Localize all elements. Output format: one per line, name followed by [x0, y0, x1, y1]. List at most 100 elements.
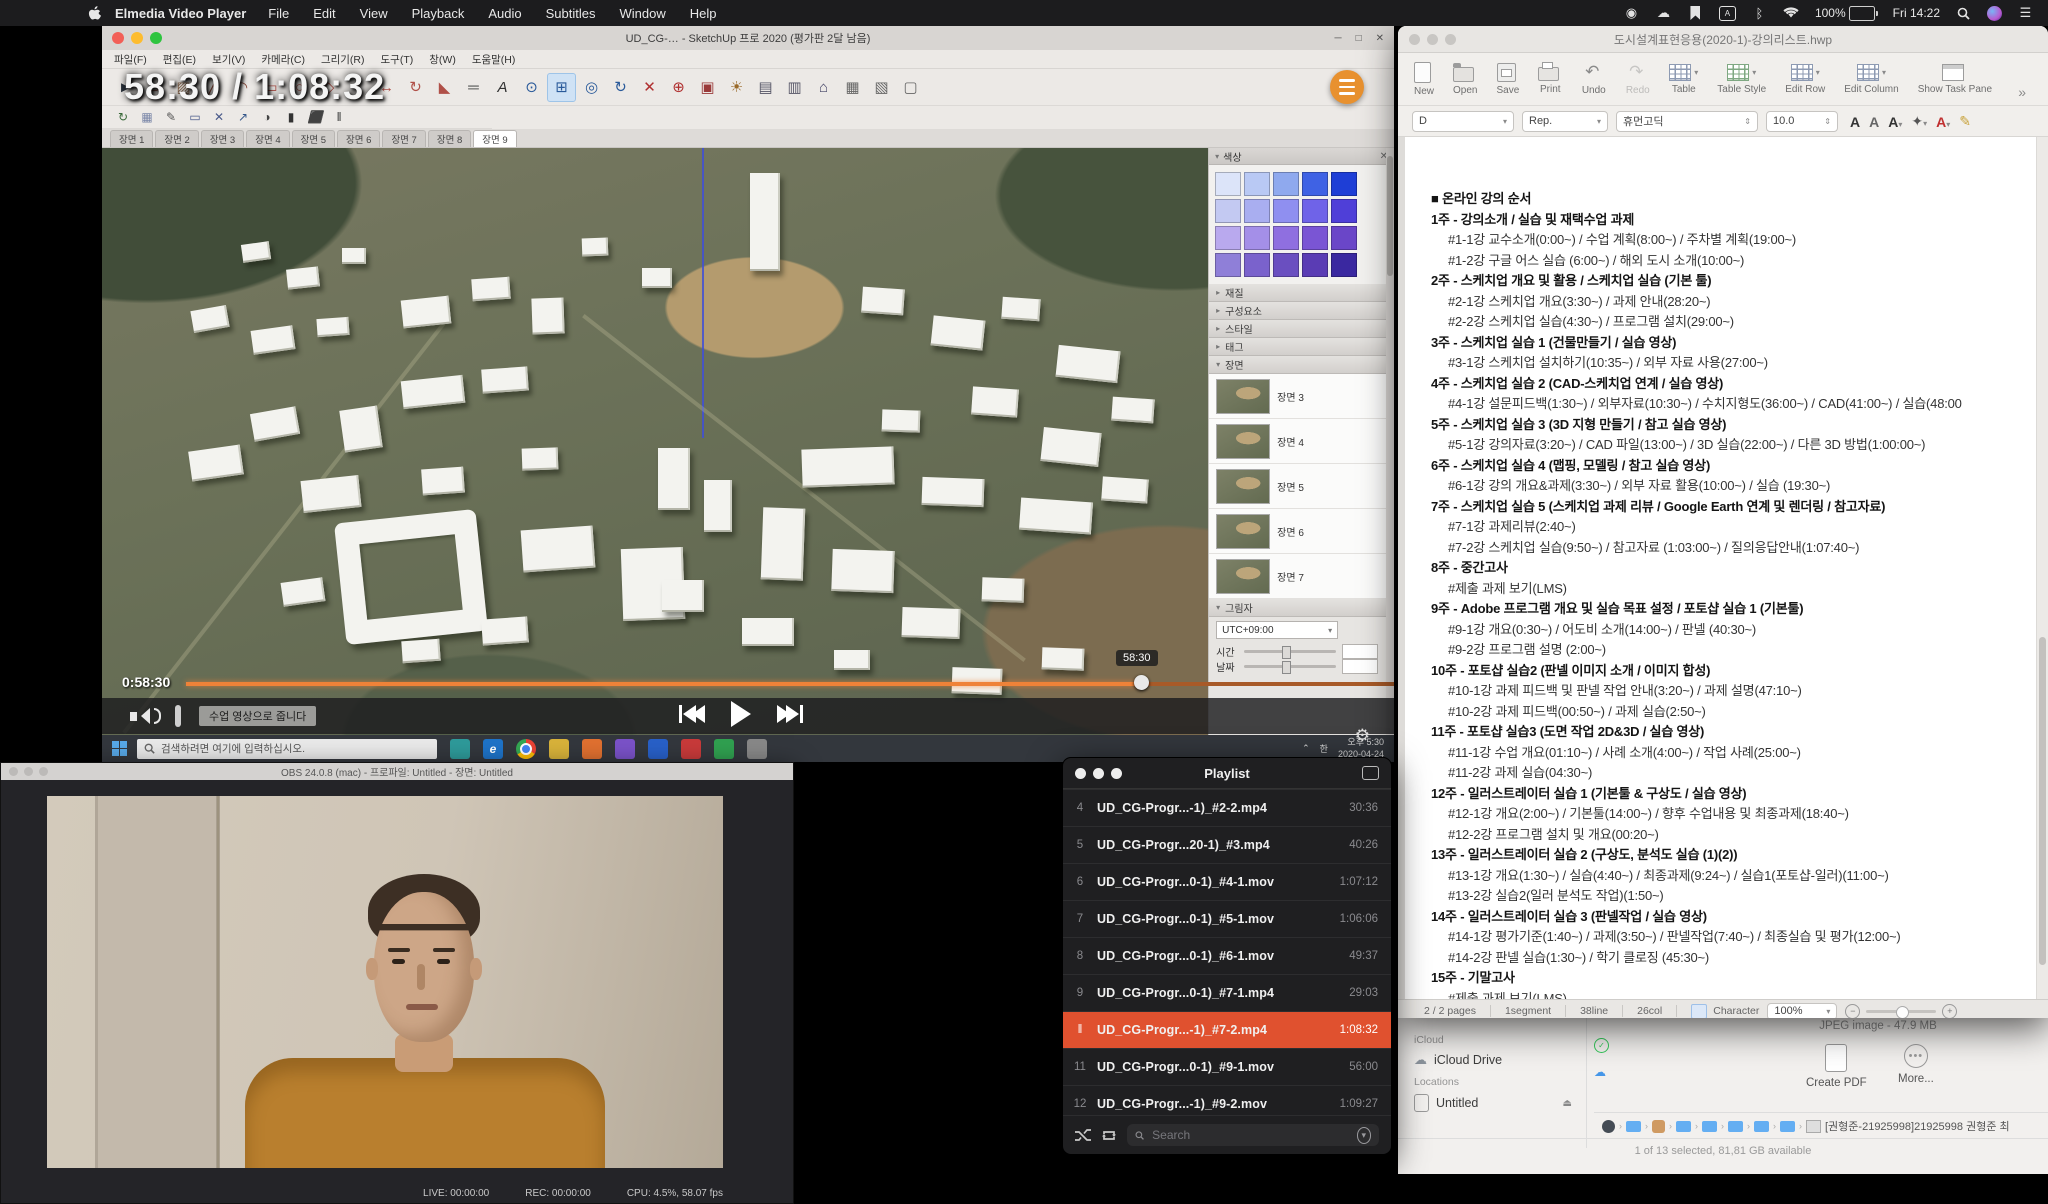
colors-panel-header[interactable]: ▾ 색상 ✕: [1209, 148, 1394, 165]
repeat-icon[interactable]: [1101, 1129, 1117, 1142]
text-style-button[interactable]: ✦▾: [1907, 113, 1931, 130]
playlist-item[interactable]: ‖ UD_CG-Progr...-1)_#7-2.mp4 1:08:32: [1063, 1011, 1391, 1048]
sketchup-tool-icon[interactable]: ⬛: [304, 107, 326, 127]
font-family-dropdown[interactable]: 휴먼고딕⇕: [1616, 111, 1758, 132]
sketchup-tool-icon[interactable]: ⊞: [547, 73, 576, 102]
hwp-toolbar-button[interactable]: ▾ Edit Column: [1844, 64, 1898, 95]
scene-tab[interactable]: 장면 4: [246, 130, 289, 147]
menu-item[interactable]: Edit: [313, 6, 335, 21]
color-swatch[interactable]: [1215, 226, 1241, 250]
menu-bar-clock[interactable]: Fri 14:22: [1893, 6, 1940, 20]
menu-item[interactable]: View: [360, 6, 388, 21]
taskbar-app-icon[interactable]: [615, 739, 635, 759]
hwp-toolbar-button[interactable]: ▾ Table: [1669, 64, 1698, 95]
sketchup-menu-item[interactable]: 도움말(H): [472, 52, 516, 67]
sidebar-item-icloud-drive[interactable]: ☁ iCloud Drive: [1398, 1048, 1586, 1072]
previous-track-button[interactable]: [679, 705, 705, 723]
text-style-button[interactable]: A▾: [1932, 114, 1954, 130]
color-swatch[interactable]: [1302, 172, 1328, 196]
slider-track[interactable]: [1244, 650, 1336, 653]
shadows-panel-header[interactable]: ▾그림자: [1209, 599, 1394, 617]
sketchup-tool-icon[interactable]: ▢: [897, 74, 924, 101]
menu-item[interactable]: Help: [690, 6, 717, 21]
scene-tab[interactable]: 장면 8: [428, 130, 471, 147]
menu-item[interactable]: Audio: [488, 6, 521, 21]
scene-list-item[interactable]: 장면 4: [1209, 419, 1394, 464]
scene-list-item[interactable]: 장면 5: [1209, 464, 1394, 509]
playlist-item[interactable]: 4 UD_CG-Progr...-1)_#2-2.mp4 30:36: [1063, 789, 1391, 826]
window-control-button[interactable]: □: [1356, 33, 1362, 44]
next-track-button[interactable]: [777, 705, 803, 723]
minimize-traffic-light[interactable]: [131, 32, 143, 44]
hamburger-menu-button[interactable]: [1330, 70, 1364, 104]
zoom-traffic-light[interactable]: [150, 32, 162, 44]
input-source-icon[interactable]: A: [1719, 5, 1736, 21]
hwp-toolbar-button[interactable]: ↶ Undo: [1581, 62, 1606, 96]
scenes-panel-header[interactable]: ▾장면: [1209, 356, 1394, 374]
color-swatch[interactable]: [1331, 226, 1357, 250]
text-style-button[interactable]: ✎: [1955, 113, 1975, 130]
sketchup-tool-icon[interactable]: ☀: [723, 74, 750, 101]
sketchup-menu-item[interactable]: 그리기(R): [321, 52, 365, 67]
folder-icon[interactable]: [1754, 1121, 1769, 1132]
sketchup-tool-icon[interactable]: ⊕: [665, 74, 692, 101]
siri-icon[interactable]: [1987, 6, 2002, 21]
hwp-toolbar-button[interactable]: ▾ Edit Row: [1785, 64, 1825, 95]
hwp-toolbar-button[interactable]: Open: [1453, 62, 1477, 96]
sketchup-tool-icon[interactable]: ▤: [752, 74, 779, 101]
color-swatch[interactable]: [1331, 199, 1357, 223]
folder-icon[interactable]: [1728, 1121, 1743, 1132]
taskbar-app-icon[interactable]: [648, 739, 668, 759]
app-menu-title[interactable]: Elmedia Video Player: [115, 6, 246, 21]
spotlight-search-icon[interactable]: [1955, 5, 1972, 21]
playlist-item[interactable]: 6 UD_CG-Progr...0-1)_#4-1.mov 1:07:12: [1063, 863, 1391, 900]
slider-value-box[interactable]: [1342, 644, 1378, 659]
taskbar-app-icon[interactable]: e: [483, 739, 503, 759]
bookmark-status-icon[interactable]: [1687, 5, 1704, 21]
sketchup-tool-icon[interactable]: ▦: [136, 107, 158, 127]
hwp-toolbar-button[interactable]: ↷ Redo: [1625, 62, 1650, 96]
folder-icon[interactable]: [1780, 1121, 1795, 1132]
hwp-toolbar-button[interactable]: Save: [1496, 63, 1519, 96]
disk-icon[interactable]: [1602, 1120, 1615, 1133]
folder-icon[interactable]: [1702, 1121, 1717, 1132]
sketchup-tool-icon[interactable]: ✕: [636, 74, 663, 101]
taskbar-app-icon[interactable]: [516, 739, 536, 759]
bluetooth-icon[interactable]: ᛒ: [1751, 5, 1768, 21]
settings-gear-icon[interactable]: ⚙: [1355, 726, 1370, 746]
sketchup-tool-icon[interactable]: ‖: [328, 107, 350, 127]
sketchup-tool-icon[interactable]: A: [489, 74, 516, 101]
tray-scrollbar[interactable]: [1386, 148, 1394, 739]
tray-chevron-icon[interactable]: ⌃: [1302, 743, 1310, 754]
seek-playhead[interactable]: [1134, 675, 1149, 690]
playlist-search-field[interactable]: ▾: [1127, 1124, 1379, 1146]
sketchup-tool-icon[interactable]: ═: [460, 74, 487, 101]
hwp-toolbar-button[interactable]: ▾ Table Style: [1717, 64, 1766, 95]
playlist-search-input[interactable]: [1150, 1127, 1350, 1143]
menu-item[interactable]: Window: [619, 6, 665, 21]
slider-value-box[interactable]: [1342, 659, 1378, 674]
create-pdf-button[interactable]: Create PDF: [1806, 1044, 1867, 1089]
volume-icon[interactable]: [130, 708, 161, 724]
hwp-toolbar-button[interactable]: Print: [1538, 63, 1562, 95]
color-swatch[interactable]: [1244, 253, 1270, 277]
sketchup-tool-icon[interactable]: ▣: [694, 74, 721, 101]
sketchup-menu-item[interactable]: 보기(V): [212, 52, 245, 67]
hwp-toolbar-button[interactable]: Show Task Pane: [1918, 64, 1992, 95]
playlist-item[interactable]: 5 UD_CG-Progr...20-1)_#3.mp4 40:26: [1063, 826, 1391, 863]
taskbar-app-icon[interactable]: [681, 739, 701, 759]
tray-panel-header[interactable]: ▸재질: [1209, 284, 1394, 302]
color-swatch[interactable]: [1273, 253, 1299, 277]
document-page[interactable]: ■ 온라인 강의 순서1주 - 강의소개 / 실습 및 재택수업 과제#1-1강…: [1398, 137, 2048, 999]
window-control-button[interactable]: ─: [1334, 33, 1341, 44]
sketchup-tool-icon[interactable]: ✎: [160, 107, 182, 127]
menu-item[interactable]: Subtitles: [546, 6, 596, 21]
zoom-slider-knob[interactable]: [1896, 1006, 1909, 1019]
close-traffic-light[interactable]: [112, 32, 124, 44]
color-swatch[interactable]: [1331, 253, 1357, 277]
taskbar-app-icon[interactable]: [582, 739, 602, 759]
taskbar-app-icon[interactable]: [549, 739, 569, 759]
sketchup-tool-icon[interactable]: ↻: [402, 74, 429, 101]
menu-item[interactable]: Playback: [412, 6, 465, 21]
webcam-preview[interactable]: [47, 796, 723, 1168]
